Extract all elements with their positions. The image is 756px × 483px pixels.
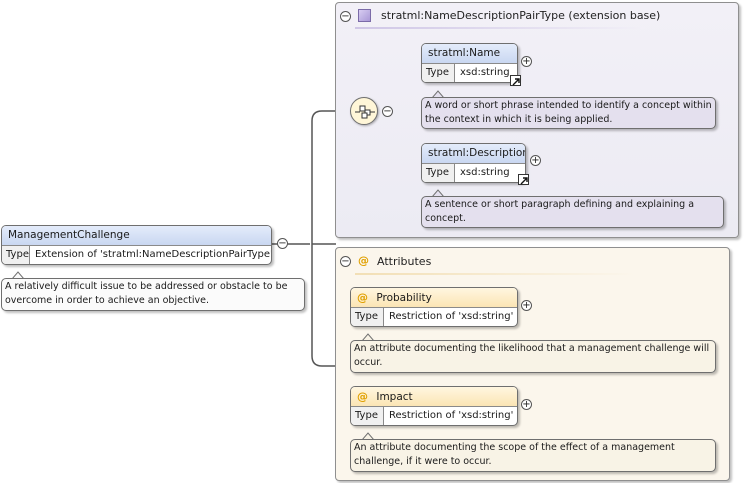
doc-pointer [362, 333, 374, 340]
attribute-expand-icon[interactable]: + [521, 300, 532, 311]
attribute-at-icon: @ [358, 254, 369, 267]
root-doc-pointer [12, 271, 24, 278]
attribute-documentation: An attribute documenting the scope of th… [350, 439, 716, 472]
sequence-compositor-icon[interactable] [350, 97, 378, 125]
attribute-expand-icon[interactable]: + [521, 399, 532, 410]
attribute-name-row: @ Impact [351, 387, 517, 407]
root-type-label: Type [2, 246, 30, 264]
complex-type-icon [358, 9, 371, 22]
attribute-name-label: Probability [376, 292, 432, 304]
attributes-collapse-icon[interactable]: − [340, 256, 351, 267]
element-name-label: stratml:Description [422, 144, 525, 164]
element-name-label: stratml:Name [422, 44, 517, 64]
doc-pointer [362, 432, 374, 439]
root-documentation: A relatively difficult issue to be addre… [1, 278, 305, 311]
goto-type-arrow-icon[interactable] [518, 174, 529, 185]
extension-header-underline [355, 27, 645, 29]
goto-type-arrow-icon[interactable] [510, 75, 521, 86]
element-expand-icon[interactable]: + [521, 56, 532, 67]
root-element-name: ManagementChallenge [2, 226, 271, 246]
attribute-type-label: Type [351, 407, 384, 425]
doc-pointer [432, 189, 444, 196]
root-type-value: Extension of 'stratml:NameDescriptionPai… [34, 249, 272, 260]
attribute-type-value: Restriction of 'xsd:string' [389, 410, 514, 421]
extension-collapse-icon[interactable]: − [340, 11, 351, 22]
attribute-at-icon: @ [357, 390, 368, 403]
attributes-header: Attributes [377, 255, 432, 268]
attribute-at-icon: @ [357, 291, 368, 304]
attribute-name-row: @ Probability [351, 288, 517, 308]
attribute-type-value: Restriction of 'xsd:string' [389, 311, 514, 322]
element-expand-icon[interactable]: + [530, 155, 541, 166]
element-documentation: A sentence or short paragraph defining a… [421, 196, 724, 228]
element-stratml-description[interactable]: stratml:Description Type xsd:string [421, 143, 526, 183]
doc-pointer [432, 90, 444, 97]
element-stratml-name[interactable]: stratml:Name Type xsd:string [421, 43, 518, 83]
root-collapse-icon[interactable]: − [277, 238, 288, 249]
root-element-box[interactable]: ManagementChallenge Type Extension of 's… [1, 225, 272, 265]
element-documentation: A word or short phrase intended to ident… [421, 97, 716, 129]
element-type-label: Type [422, 64, 455, 82]
element-type-value: xsd:string [460, 67, 510, 78]
sequence-collapse-icon[interactable]: − [382, 106, 393, 117]
element-type-label: Type [422, 164, 455, 182]
attribute-impact[interactable]: @ Impact Type Restriction of 'xsd:string… [350, 386, 518, 426]
attribute-name-label: Impact [376, 391, 413, 403]
attributes-header-underline [355, 273, 635, 275]
attribute-probability[interactable]: @ Probability Type Restriction of 'xsd:s… [350, 287, 518, 327]
attribute-type-label: Type [351, 308, 384, 326]
extension-header: stratml:NameDescriptionPairType (extensi… [381, 9, 661, 22]
attribute-documentation: An attribute documenting the likelihood … [350, 340, 716, 373]
element-type-value: xsd:string [460, 167, 510, 178]
